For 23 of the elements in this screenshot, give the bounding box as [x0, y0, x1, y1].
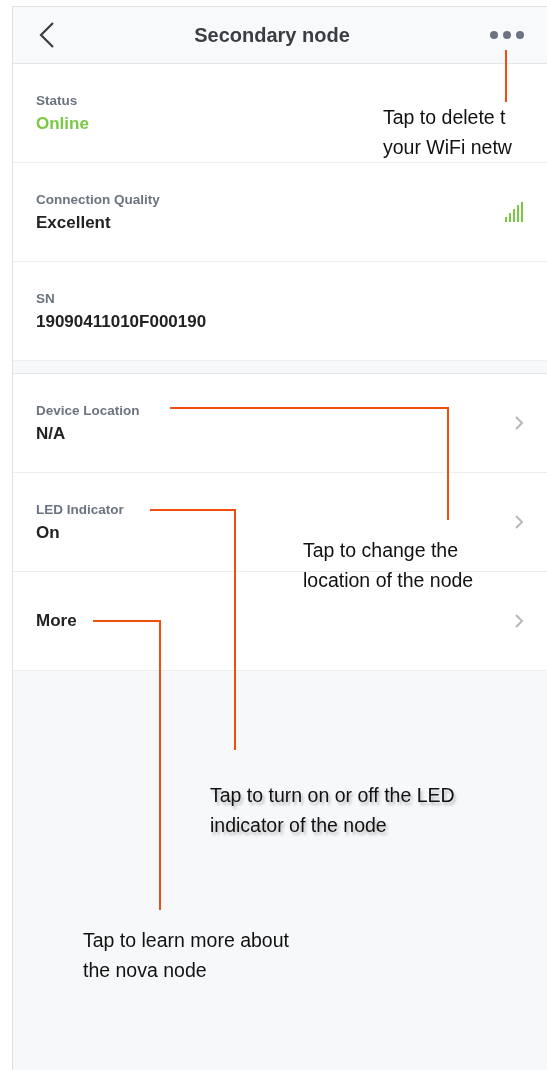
field-value: Online [36, 113, 89, 134]
field-value: More [36, 611, 77, 631]
chevron-icon [515, 416, 523, 430]
field-label: LED Indicator [36, 501, 124, 517]
back-icon[interactable] [39, 22, 55, 48]
field-label: Connection Quality [36, 191, 160, 207]
field-value: 19090411010F000190 [36, 311, 207, 332]
field-value: Excellent [36, 212, 111, 233]
field-label: Device Location [36, 402, 140, 418]
chevron-icon [515, 515, 523, 529]
chevron-icon [515, 614, 523, 628]
more-options-icon[interactable] [489, 30, 525, 40]
field-label: SN [36, 290, 55, 306]
leader-line [505, 49, 507, 103]
callout-text: Tap to delete t your WiFi netw [383, 105, 512, 160]
callout-text: Tap to change the location of the node [303, 538, 474, 593]
signal-strength-icon [505, 202, 523, 222]
screen-title: Secondary node [193, 23, 351, 47]
callout-text: Tap to turn on or off the LED indicator of the node [210, 783, 455, 838]
field-label: Status [36, 92, 78, 108]
callout-text: Tap to learn more about the nova node [83, 928, 289, 983]
field-value: On [36, 522, 60, 543]
field-value: N/A [36, 423, 66, 444]
